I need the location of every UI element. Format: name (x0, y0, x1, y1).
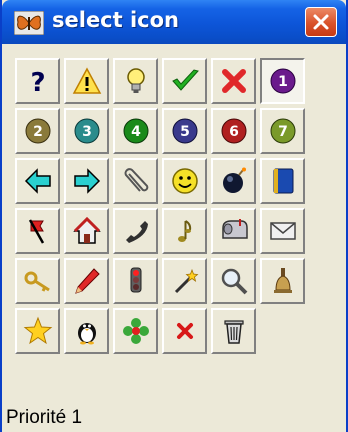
arrow-right-icon (73, 168, 100, 194)
icon-cell-envelope[interactable] (260, 208, 305, 254)
icon-cell-warning[interactable] (64, 58, 109, 104)
pencil-icon (74, 268, 100, 294)
select-icon-dialog: select icon ? 1 2 3 4 5 6 7 Priorité 1 (0, 0, 348, 432)
icon-cell-trash-can[interactable] (211, 308, 256, 354)
number-1-icon: 1 (270, 68, 295, 94)
svg-text:?: ? (30, 68, 45, 96)
icon-cell-arrow-left[interactable] (15, 158, 60, 204)
status-bar: Priorité 1 (2, 403, 346, 432)
svg-text:6: 6 (229, 124, 239, 140)
icon-cell-number-5[interactable]: 5 (162, 108, 207, 154)
icon-cell-arrow-right[interactable] (64, 158, 109, 204)
traffic-light-icon (130, 267, 141, 293)
small-red-x-icon (176, 323, 193, 339)
close-icon (313, 14, 329, 30)
paperclip-icon (124, 168, 148, 192)
checkmark-icon (171, 69, 199, 91)
icon-cell-bomb[interactable] (211, 158, 256, 204)
bell-icon (273, 268, 292, 293)
window-title: select icon (52, 8, 180, 32)
number-7-icon: 7 (270, 118, 295, 144)
empty-cell (260, 308, 305, 354)
svg-text:4: 4 (131, 124, 141, 140)
number-5-icon: 5 (172, 118, 197, 144)
icon-cell-pencil[interactable] (64, 258, 109, 304)
icon-cell-lightbulb[interactable] (113, 58, 158, 104)
magnifier-icon (221, 268, 247, 295)
star-icon (23, 316, 52, 345)
smiley-icon (171, 168, 198, 194)
title-bar[interactable]: select icon (2, 0, 346, 44)
icon-cell-number-3[interactable]: 3 (64, 108, 109, 154)
icon-cell-checkmark[interactable] (162, 58, 207, 104)
number-6-icon: 6 (221, 118, 246, 144)
mailbox-icon (221, 219, 248, 239)
svg-text:2: 2 (33, 124, 43, 140)
close-button[interactable] (305, 7, 337, 37)
penguin-icon (77, 323, 96, 345)
icon-cell-house[interactable] (64, 208, 109, 254)
lightbulb-icon (126, 68, 145, 93)
icon-cell-magic-wand[interactable] (162, 258, 207, 304)
envelope-icon (269, 222, 296, 240)
icon-cell-flag[interactable] (15, 208, 60, 254)
icon-cell-small-red-x[interactable] (162, 308, 207, 354)
trash-can-icon (223, 320, 244, 344)
icon-cell-number-6[interactable]: 6 (211, 108, 256, 154)
icon-cell-music-note[interactable] (162, 208, 207, 254)
icon-cell-number-1[interactable]: 1 (260, 58, 305, 104)
icon-cell-key[interactable] (15, 258, 60, 304)
icon-cell-paperclip[interactable] (113, 158, 158, 204)
telephone-icon (125, 221, 148, 243)
icon-cell-question[interactable]: ? (15, 58, 60, 104)
flower-icon (122, 318, 149, 344)
butterfly-icon (14, 11, 44, 35)
icon-cell-traffic-light[interactable] (113, 258, 158, 304)
icon-cell-number-2[interactable]: 2 (15, 108, 60, 154)
warning-icon (72, 67, 101, 94)
icon-cell-blue-book[interactable] (260, 158, 305, 204)
red-x-icon (221, 69, 246, 93)
arrow-left-icon (24, 168, 51, 194)
house-icon (72, 216, 101, 244)
icon-cell-smiley[interactable] (162, 158, 207, 204)
icon-cell-star[interactable] (15, 308, 60, 354)
blue-book-icon (273, 168, 293, 194)
svg-text:5: 5 (180, 124, 190, 140)
icon-cell-magnifier[interactable] (211, 258, 256, 304)
question-icon: ? (30, 68, 45, 96)
icon-cell-penguin[interactable] (64, 308, 109, 354)
icon-cell-telephone[interactable] (113, 208, 158, 254)
icon-grid: ? 1 2 3 4 5 6 7 (15, 58, 309, 358)
icon-cell-number-7[interactable]: 7 (260, 108, 305, 154)
bomb-icon (222, 167, 246, 193)
svg-text:1: 1 (278, 74, 288, 90)
icon-cell-mailbox[interactable] (211, 208, 256, 254)
number-2-icon: 2 (25, 118, 50, 144)
icon-cell-red-x[interactable] (211, 58, 256, 104)
number-4-icon: 4 (123, 118, 148, 144)
icon-cell-bell[interactable] (260, 258, 305, 304)
svg-text:3: 3 (82, 124, 92, 140)
svg-text:7: 7 (278, 124, 288, 140)
music-note-icon (177, 220, 191, 242)
icon-cell-number-4[interactable]: 4 (113, 108, 158, 154)
status-text: Priorité 1 (6, 407, 83, 428)
key-icon (24, 271, 50, 292)
magic-wand-icon (174, 268, 198, 294)
icon-cell-flower[interactable] (113, 308, 158, 354)
number-3-icon: 3 (74, 118, 99, 144)
flag-icon (28, 219, 44, 244)
